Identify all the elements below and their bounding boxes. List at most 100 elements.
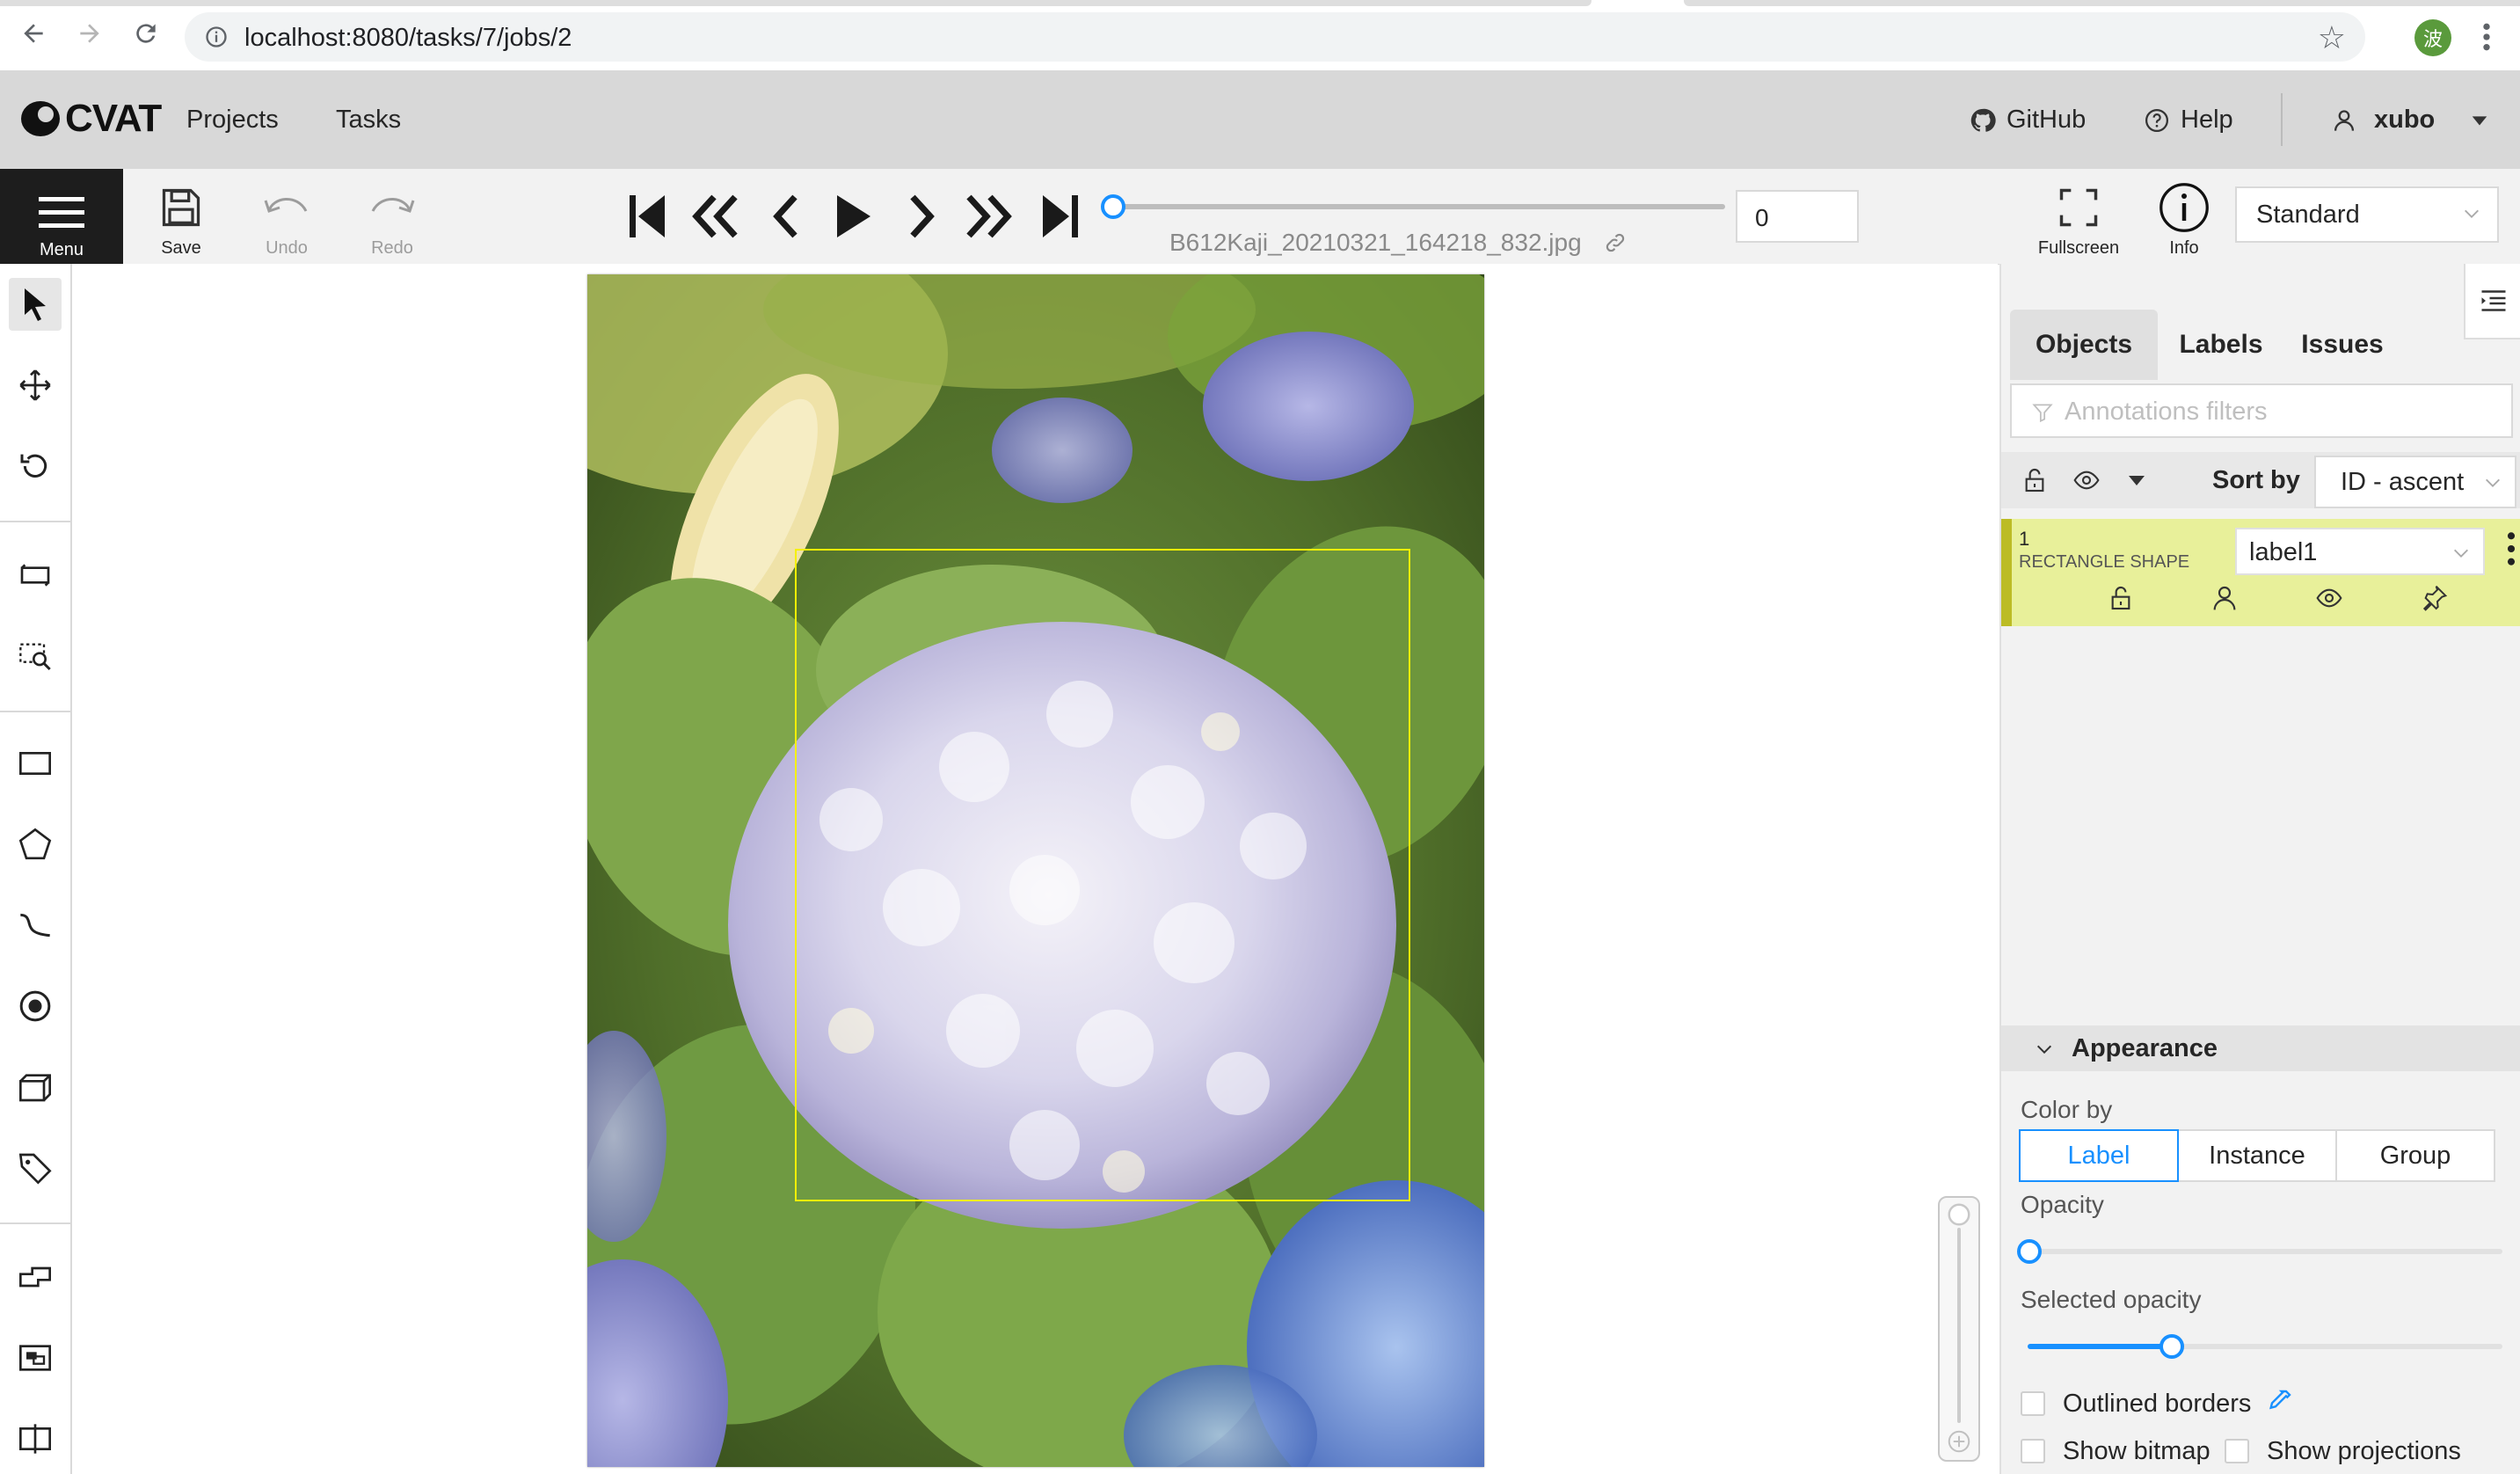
frame-slider[interactable]: [1101, 194, 1725, 219]
first-frame-icon[interactable]: [628, 193, 666, 239]
color-picker-icon[interactable]: [2265, 1388, 2293, 1416]
address-bar[interactable]: localhost:8080/tasks/7/jobs/2 ☆: [185, 12, 2365, 62]
rectangle-annotation[interactable]: [795, 549, 1410, 1201]
nav-tasks[interactable]: Tasks: [336, 106, 401, 135]
profile-avatar[interactable]: 波: [2414, 19, 2451, 56]
github-label: GitHub: [2007, 106, 2087, 134]
workspace-select[interactable]: Standard: [2235, 186, 2499, 243]
draw-polygon-tool[interactable]: [9, 818, 62, 871]
opacity-thumb[interactable]: [2017, 1239, 2042, 1264]
show-projections-checkbox[interactable]: [2225, 1439, 2249, 1463]
fit-image-tool[interactable]: [9, 549, 62, 602]
nav-projects[interactable]: Projects: [186, 106, 279, 135]
undo-button[interactable]: Undo: [243, 185, 331, 259]
selected-opacity-label: Selected opacity: [2021, 1286, 2202, 1313]
fullscreen-button[interactable]: Fullscreen: [2035, 185, 2123, 259]
draw-cuboid-tool[interactable]: [9, 1061, 62, 1113]
url-text[interactable]: localhost:8080/tasks/7/jobs/2: [244, 24, 572, 53]
setup-tag-tool[interactable]: [9, 1142, 62, 1194]
browser-menu-button[interactable]: [2476, 19, 2497, 59]
draw-polyline-tool[interactable]: [9, 899, 62, 952]
menu-button[interactable]: Menu: [0, 169, 123, 264]
zoom-region-tool[interactable]: [9, 630, 62, 682]
show-bitmap-label: Show bitmap: [2063, 1437, 2210, 1465]
forward-button[interactable]: [72, 16, 107, 51]
color-by-group-button[interactable]: Group: [2335, 1129, 2495, 1182]
header-divider: [2281, 93, 2283, 146]
cvat-logo[interactable]: CVAT: [19, 97, 162, 141]
sort-by-label: Sort by: [2212, 466, 2300, 494]
opacity-slider[interactable]: [2017, 1239, 2502, 1264]
eye-icon[interactable]: [2072, 466, 2101, 494]
selected-opacity-slider[interactable]: [2028, 1334, 2502, 1359]
zoom-thumb-icon[interactable]: [1946, 1201, 1972, 1228]
eye-icon[interactable]: [2314, 584, 2344, 612]
selected-opacity-thumb[interactable]: [2159, 1334, 2184, 1359]
sort-select[interactable]: ID - ascent: [2314, 456, 2516, 508]
tool-divider: [0, 711, 70, 712]
group-shapes-tool[interactable]: [9, 1332, 62, 1384]
color-by-instance-button[interactable]: Instance: [2177, 1129, 2337, 1182]
outlined-borders-checkbox[interactable]: [2021, 1391, 2045, 1416]
frame-number-input[interactable]: 0: [1736, 190, 1859, 243]
tab-issues[interactable]: Issues: [2283, 310, 2402, 380]
reload-button[interactable]: [128, 16, 164, 51]
hamburger-icon: [39, 197, 84, 228]
object-item[interactable]: 1 RECTANGLE SHAPE label1: [2001, 519, 2520, 626]
help-link[interactable]: Help: [2144, 106, 2233, 135]
info-circle-icon[interactable]: [204, 25, 229, 49]
split-track-tool[interactable]: [9, 1412, 62, 1465]
outlined-borders-label: Outlined borders: [2063, 1390, 2252, 1418]
chevron-down-icon: [2465, 209, 2479, 218]
unlock-icon[interactable]: [2107, 584, 2135, 612]
cursor-tool[interactable]: [9, 278, 62, 331]
info-button[interactable]: Info: [2140, 181, 2228, 259]
merge-shapes-tool[interactable]: [9, 1251, 62, 1303]
redo-button[interactable]: Redo: [348, 185, 436, 259]
zoom-in-icon[interactable]: [1946, 1428, 1972, 1455]
back-button[interactable]: [16, 16, 51, 51]
color-by-label-button[interactable]: Label: [2019, 1129, 2179, 1182]
move-tool[interactable]: [9, 359, 62, 412]
sort-value: ID - ascent: [2341, 468, 2465, 496]
annotations-filter-input[interactable]: Annotations filters: [2010, 383, 2513, 438]
fast-backward-icon[interactable]: [691, 193, 740, 239]
user-icon[interactable]: [2210, 584, 2239, 612]
tab-labels[interactable]: Labels: [2161, 310, 2281, 380]
more-vertical-icon[interactable]: [2504, 529, 2518, 568]
filters-placeholder: Annotations filters: [2065, 398, 2268, 426]
fast-forward-icon[interactable]: [964, 193, 1013, 239]
appearance-panel-header[interactable]: Appearance: [2001, 1025, 2520, 1071]
draw-rectangle-tool[interactable]: [9, 737, 62, 790]
merge-icon: [19, 1266, 51, 1288]
logo-text: CVAT: [65, 97, 162, 140]
bookmark-star-icon[interactable]: ☆: [2318, 19, 2346, 56]
frame-slider-thumb[interactable]: [1101, 194, 1125, 219]
user-menu[interactable]: xubo: [2332, 106, 2489, 135]
caret-down-icon[interactable]: [2126, 470, 2147, 491]
tool-divider: [0, 1222, 70, 1224]
last-frame-icon[interactable]: [1041, 193, 1080, 239]
sidebar-collapse-button[interactable]: [2464, 264, 2520, 339]
annotation-canvas[interactable]: [72, 264, 1998, 1474]
draw-points-tool[interactable]: [9, 980, 62, 1033]
pin-icon[interactable]: [2420, 584, 2448, 612]
show-bitmap-checkbox[interactable]: [2021, 1439, 2045, 1463]
object-label-select[interactable]: label1: [2235, 528, 2485, 575]
chevron-down-icon: [2036, 1045, 2052, 1054]
link-icon[interactable]: [1604, 231, 1627, 254]
object-type: RECTANGLE SHAPE: [2019, 552, 2190, 572]
save-floppy-icon: [162, 188, 200, 227]
zoom-slider[interactable]: [1938, 1196, 1980, 1462]
unlock-icon[interactable]: [2021, 466, 2049, 494]
play-icon[interactable]: [834, 193, 872, 239]
github-link[interactable]: GitHub: [1970, 106, 2086, 135]
rotate-tool[interactable]: [9, 440, 62, 493]
save-button[interactable]: Save: [137, 185, 225, 259]
split-icon: [19, 1424, 51, 1454]
tab-objects[interactable]: Objects: [2010, 310, 2158, 380]
frame-filename: B612Kaji_20210321_164218_832.jpg: [1169, 229, 1627, 257]
next-frame-icon[interactable]: [906, 193, 937, 239]
frame-image[interactable]: [587, 274, 1484, 1467]
previous-frame-icon[interactable]: [770, 193, 802, 239]
